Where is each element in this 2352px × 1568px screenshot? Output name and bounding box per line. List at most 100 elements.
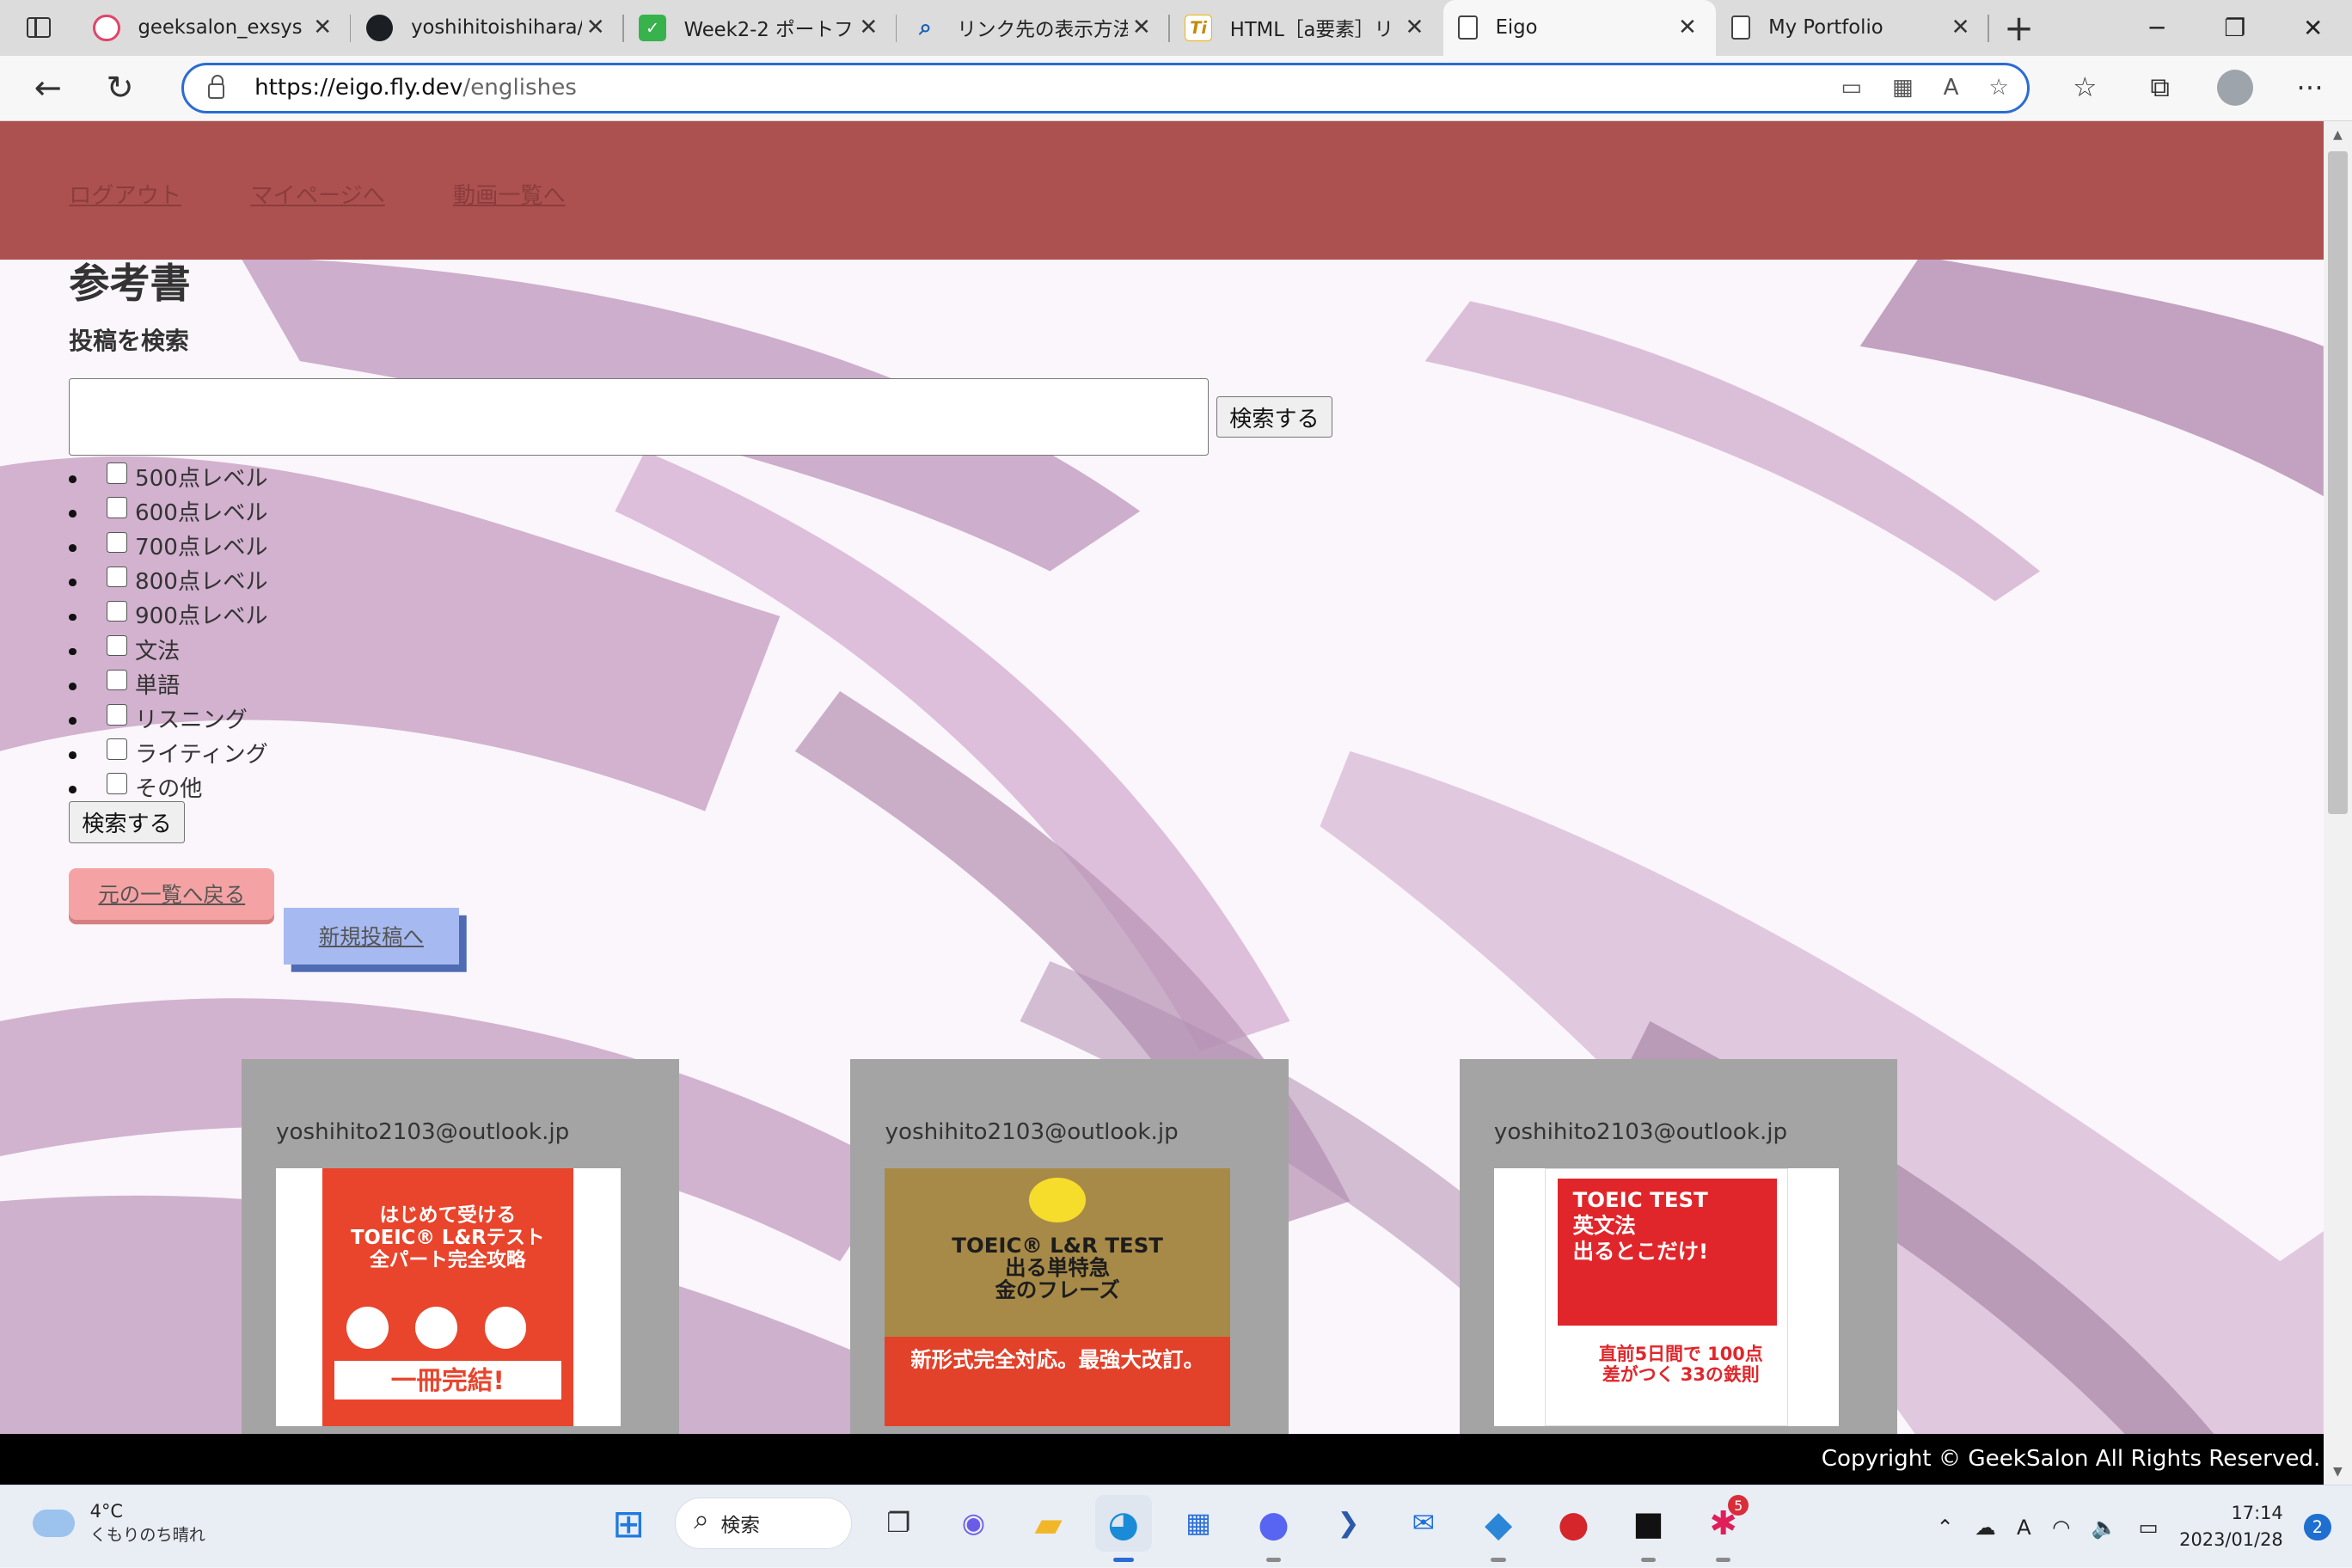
post-card[interactable]: yoshihito2103@outlook.jp TOEIC® L&R TEST… — [850, 1058, 1289, 1449]
post-card[interactable]: yoshihito2103@outlook.jp はじめて受ける TOEIC® … — [241, 1058, 680, 1449]
filter-item: ライティング — [69, 735, 268, 769]
app-available-icon[interactable]: ▭ — [1841, 75, 1862, 101]
geeksalon-icon — [93, 14, 120, 41]
task-view-icon[interactable]: ❐ — [870, 1495, 927, 1552]
screen: geeksalon_exsys ✕ yoshihitoishihara/ ✕ ✓… — [0, 0, 2352, 1568]
new-post-button[interactable]: 新規投稿へ — [283, 907, 459, 965]
file-explorer-icon[interactable]: ▰ — [1020, 1495, 1076, 1552]
tab-my-portfolio[interactable]: My Portfolio ✕ — [1716, 0, 1989, 56]
collections-icon[interactable]: ⧉ — [2125, 55, 2194, 121]
checkbox[interactable] — [106, 462, 128, 484]
toolbar-right: ☆ ⧉ ⋯ — [2050, 55, 2344, 121]
qr-icon[interactable]: ▦ — [1892, 75, 1914, 101]
search-input[interactable] — [69, 377, 1210, 456]
close-icon[interactable]: ✕ — [1947, 15, 1974, 40]
ime-icon[interactable]: A — [2017, 1515, 2031, 1540]
scroll-down-icon[interactable]: ▼ — [2324, 1461, 2352, 1482]
onedrive-icon[interactable]: ☁ — [1975, 1515, 1995, 1540]
close-icon[interactable]: ✕ — [1674, 15, 1700, 40]
cover-line: TOEIC® L&Rテスト — [351, 1227, 545, 1250]
weather-widget[interactable]: 4°C くもりのち晴れ — [27, 1500, 205, 1546]
checkbox[interactable] — [106, 497, 128, 518]
book-cover-art: TOEIC® L&R TEST 出る単特急 金のフレーズ 新形式完全対応。最強大… — [885, 1168, 1230, 1427]
edge-icon[interactable]: ◕ — [1094, 1494, 1153, 1563]
filter-search-button[interactable]: 検索する — [69, 800, 185, 843]
tab-link-display[interactable]: ⌕ リンク先の表示方法 ✕ — [897, 0, 1170, 56]
book-cover[interactable]: TOEIC TEST 英文法 出るとこだけ! 直前5日間で 100点差がつく 3… — [1493, 1168, 1840, 1427]
filter-item: 単語 — [69, 666, 268, 701]
restore-button[interactable]: ❐ — [2196, 0, 2275, 56]
more-icon[interactable]: ⋯ — [2275, 55, 2344, 121]
filter-label: 文法 — [135, 638, 181, 665]
slack-icon[interactable]: ✱ 5 — [1695, 1494, 1752, 1563]
running-indicator — [1265, 1558, 1282, 1563]
tab-geeksalon[interactable]: geeksalon_exsys ✕ — [78, 0, 352, 56]
store-icon[interactable]: ▦ — [1170, 1495, 1227, 1552]
checkbox[interactable] — [106, 634, 128, 657]
checkbox[interactable] — [106, 773, 128, 794]
bullet — [69, 475, 77, 483]
checkbox[interactable] — [106, 670, 128, 691]
page-scrollbar[interactable]: ▲ ▼ — [2323, 121, 2352, 1485]
powershell-icon[interactable]: ❯ — [1320, 1495, 1376, 1552]
battery-icon[interactable]: ▭ — [2139, 1515, 2159, 1540]
profile-button[interactable] — [2201, 55, 2269, 121]
back-icon[interactable]: ← — [12, 55, 84, 121]
checkbox[interactable] — [106, 566, 128, 588]
search-button[interactable]: 検索する — [1216, 395, 1332, 438]
chevron-up-icon[interactable]: ⌃ — [1936, 1515, 1953, 1540]
scroll-thumb[interactable] — [2328, 151, 2348, 815]
page-icon — [1730, 15, 1751, 40]
close-icon[interactable]: ✕ — [1128, 15, 1155, 40]
close-icon[interactable]: ✕ — [309, 15, 335, 40]
windows-start-icon[interactable]: ⊞ — [600, 1495, 657, 1552]
book-cover[interactable]: TOEIC® L&R TEST 出る単特急 金のフレーズ 新形式完全対応。最強大… — [885, 1168, 1230, 1427]
close-icon[interactable]: ✕ — [582, 15, 609, 40]
cover-line: 英文法 — [1572, 1212, 1636, 1238]
cover-line: 出る単特急 — [1005, 1255, 1111, 1281]
tab-actions-button[interactable] — [0, 0, 78, 56]
discord-icon[interactable]: ● — [1245, 1495, 1302, 1563]
teams-chat-icon[interactable]: ◉ — [945, 1495, 1001, 1552]
book-cover[interactable]: はじめて受ける TOEIC® L&Rテスト 全パート完全攻略 一冊完結! — [276, 1168, 622, 1427]
book-cover-art: はじめて受ける TOEIC® L&Rテスト 全パート完全攻略 一冊完結! — [322, 1168, 573, 1427]
video-list-link[interactable]: 動画一覧へ — [453, 177, 566, 210]
mail-icon[interactable]: ✉ — [1395, 1495, 1452, 1552]
trend-micro-icon[interactable]: ● — [1545, 1495, 1602, 1552]
checkbox[interactable] — [106, 738, 128, 760]
search-label: 投稿を検索 — [69, 327, 189, 356]
tab-actions-icon — [27, 17, 52, 39]
notification-badge[interactable]: 2 — [2304, 1513, 2331, 1541]
post-card[interactable]: yoshihito2103@outlook.jp TOEIC TEST 英文法 … — [1459, 1058, 1898, 1449]
close-icon[interactable]: ✕ — [855, 15, 882, 40]
mypage-link[interactable]: マイページへ — [250, 177, 384, 210]
tab-html-a[interactable]: Ti HTML［a要素］リ ✕ — [1170, 0, 1443, 56]
checkbox[interactable] — [106, 531, 128, 553]
back-to-list-button[interactable]: 元の一覧へ戻る — [69, 868, 275, 920]
wifi-icon[interactable]: ◠ — [2052, 1515, 2070, 1540]
tab-github[interactable]: yoshihitoishihara/ ✕ — [351, 0, 624, 56]
minimize-button[interactable]: ─ — [2118, 0, 2196, 56]
volume-mute-icon[interactable]: 🔈 — [2092, 1515, 2117, 1540]
close-window-button[interactable]: ✕ — [2274, 0, 2352, 56]
logout-link[interactable]: ログアウト — [69, 177, 181, 210]
tab-eigo[interactable]: Eigo ✕ — [1442, 0, 1717, 56]
scroll-up-icon[interactable]: ▲ — [2324, 125, 2352, 145]
terminal-icon[interactable]: ■ — [1620, 1495, 1676, 1563]
address-bar[interactable]: https://eigo.fly.dev/englishes ▭ ▦ A ☆ — [181, 62, 2030, 114]
tab-week2[interactable]: ✓ Week2-2 ポートフォ ✕ — [624, 0, 897, 56]
tab-title: My Portfolio — [1768, 16, 1883, 40]
checkbox[interactable] — [106, 600, 128, 622]
taskbar-search[interactable]: 検索 — [675, 1498, 853, 1549]
refresh-icon[interactable]: ↻ — [84, 55, 156, 121]
clock[interactable]: 17:14 2023/01/28 — [2179, 1500, 2283, 1554]
favorites-icon[interactable]: ☆ — [2050, 55, 2119, 121]
vscode-icon[interactable]: ◆ — [1470, 1495, 1527, 1563]
tab-title: geeksalon_exsys — [138, 16, 303, 40]
book-cover-art: TOEIC TEST 英文法 出るとこだけ! 直前5日間で 100点差がつく 3… — [1545, 1168, 1788, 1427]
add-favorite-icon[interactable]: ☆ — [1988, 75, 2008, 101]
read-aloud-icon[interactable]: A — [1944, 75, 1959, 101]
checkbox[interactable] — [106, 704, 128, 726]
new-tab-button[interactable]: + — [1989, 0, 2049, 56]
close-icon[interactable]: ✕ — [1401, 15, 1428, 40]
